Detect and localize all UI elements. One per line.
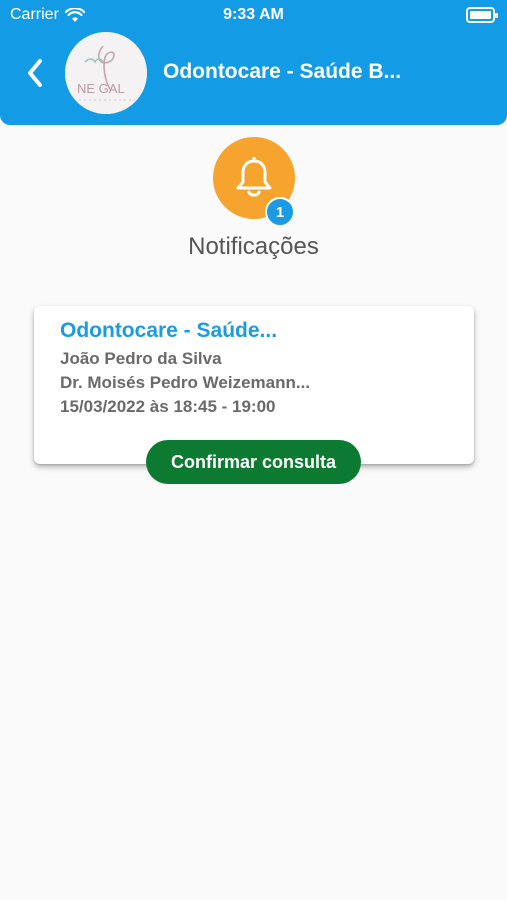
card-appointment-datetime: 15/03/2022 às 18:45 - 19:00	[60, 397, 276, 416]
clinic-logo: NE GAL	[65, 32, 147, 114]
page-title: Notificações	[188, 233, 319, 260]
status-time: 9:33 AM	[223, 6, 284, 23]
card-doctor-name: Dr. Moisés Pedro Weizemann...	[60, 373, 311, 392]
confirm-appointment-button[interactable]: Confirmar consulta	[146, 440, 361, 484]
app-header: Carrier 9:33 AM NE GAL Odontocare - Saúd…	[0, 0, 507, 125]
battery-icon	[466, 7, 498, 23]
bell-icon	[236, 157, 272, 197]
header-title: Odontocare - Saúde B...	[163, 60, 402, 83]
logo-text: NE GAL	[77, 81, 125, 96]
card-clinic-name: Odontocare - Saúde...	[60, 319, 278, 342]
back-button[interactable]	[20, 57, 50, 89]
card-patient-name: João Pedro da Silva	[60, 349, 222, 368]
notification-count-badge: 1	[265, 197, 295, 227]
status-bar: Carrier 9:33 AM	[0, 0, 507, 32]
chevron-left-icon	[28, 59, 42, 87]
